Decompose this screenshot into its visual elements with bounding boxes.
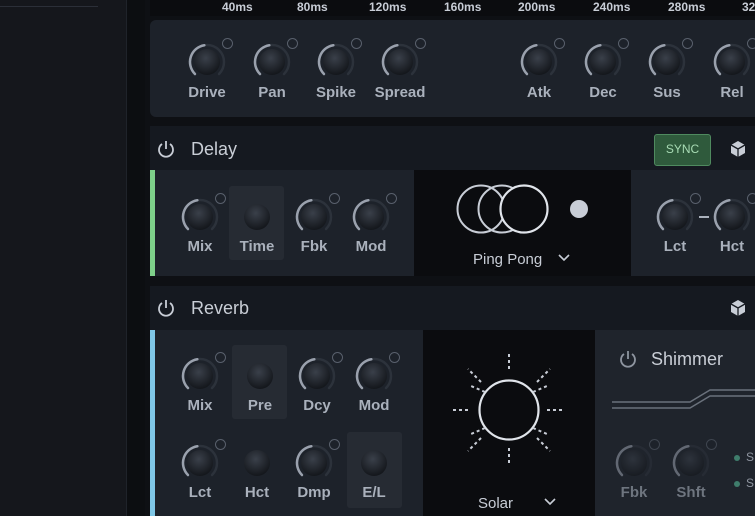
- reverb-highcut-knob[interactable]: [237, 443, 277, 483]
- reverb-power-icon[interactable]: [156, 298, 176, 318]
- delay-mode-select[interactable]: Ping Pong: [473, 251, 542, 268]
- timeline-tick: 200ms: [518, 0, 556, 14]
- knob-label: Mod: [358, 397, 390, 414]
- delay-feedback-knob[interactable]: [294, 193, 340, 237]
- reverb-damping-knob[interactable]: [294, 439, 340, 483]
- cube-icon[interactable]: [729, 140, 747, 158]
- knob-label: Rel: [720, 84, 744, 101]
- pane-splitter[interactable]: [126, 0, 145, 516]
- reverb-accent-bar: [150, 330, 155, 516]
- chevron-down-icon[interactable]: [557, 253, 571, 263]
- delay-mod-knob[interactable]: [351, 193, 397, 237]
- delay-lowcut-knob[interactable]: [655, 193, 701, 237]
- timeline-tick: 40ms: [222, 0, 253, 14]
- reverb-title: Reverb: [191, 298, 250, 318]
- knob-label: Pan: [258, 84, 286, 101]
- knob-label: Drive: [188, 84, 226, 101]
- knob-label: Mod: [355, 238, 387, 255]
- delay-accent-bar: [150, 170, 155, 276]
- shimmer-option[interactable]: S: [746, 476, 754, 490]
- timeline-tick: 80ms: [297, 0, 328, 14]
- timeline-tick: 120ms: [369, 0, 407, 14]
- delay-highcut-knob[interactable]: [712, 193, 755, 237]
- knob-label: Hct: [719, 238, 745, 255]
- drive-knob[interactable]: [187, 38, 233, 82]
- delay-mix-knob[interactable]: [180, 193, 226, 237]
- decay-knob[interactable]: [583, 38, 629, 82]
- shimmer-option-dot[interactable]: [734, 481, 740, 487]
- solar-graphic: [453, 354, 565, 466]
- knob-label: Dec: [589, 84, 617, 101]
- knob-label: E/L: [362, 484, 386, 501]
- delay-time-knob[interactable]: [237, 197, 277, 237]
- knob-label: Spike: [315, 84, 357, 101]
- shimmer-power-icon[interactable]: [618, 349, 638, 369]
- sustain-knob[interactable]: [647, 38, 693, 82]
- ping-pong-graphic: [456, 184, 588, 234]
- reverb-mix-knob[interactable]: [180, 352, 226, 396]
- shimmer-option-dot[interactable]: [734, 455, 740, 461]
- timeline-ruler: 40ms 80ms 120ms 160ms 200ms 240ms 280ms …: [150, 0, 755, 16]
- reverb-el-knob[interactable]: [354, 443, 394, 483]
- left-pane: [0, 0, 126, 516]
- attack-knob[interactable]: [519, 38, 565, 82]
- knob-label: Shft: [676, 484, 706, 501]
- timeline-tick: 240ms: [593, 0, 631, 14]
- shimmer-curve: [612, 389, 755, 409]
- reverb-mode-select[interactable]: Solar: [478, 495, 513, 512]
- timeline-tick: 32: [742, 0, 755, 14]
- spread-knob[interactable]: [380, 38, 426, 82]
- reverb-mod-knob[interactable]: [354, 352, 400, 396]
- chevron-down-icon[interactable]: [543, 497, 557, 507]
- cube-icon[interactable]: [729, 299, 747, 317]
- delay-title: Delay: [191, 139, 238, 159]
- timeline-tick: 160ms: [444, 0, 482, 14]
- spike-knob[interactable]: [316, 38, 362, 82]
- shimmer-feedback-knob[interactable]: [614, 439, 660, 483]
- knob-label: Spread: [374, 84, 426, 101]
- left-pane-divider: [0, 6, 98, 7]
- reverb-lowcut-knob[interactable]: [180, 439, 226, 483]
- knob-label: Atk: [526, 84, 552, 101]
- knob-label: Sus: [653, 84, 681, 101]
- timeline-tick: 280ms: [668, 0, 706, 14]
- shimmer-title: Shimmer: [651, 349, 724, 369]
- shimmer-option[interactable]: S: [746, 450, 754, 464]
- release-knob[interactable]: [712, 38, 755, 82]
- pan-knob[interactable]: [252, 38, 298, 82]
- sync-button[interactable]: SYNC: [654, 134, 711, 166]
- shimmer-shift-knob[interactable]: [671, 439, 717, 483]
- delay-power-icon[interactable]: [156, 139, 176, 159]
- reverb-decay-knob[interactable]: [297, 352, 343, 396]
- filter-link-dash: [699, 216, 709, 218]
- reverb-predelay-knob[interactable]: [240, 356, 280, 396]
